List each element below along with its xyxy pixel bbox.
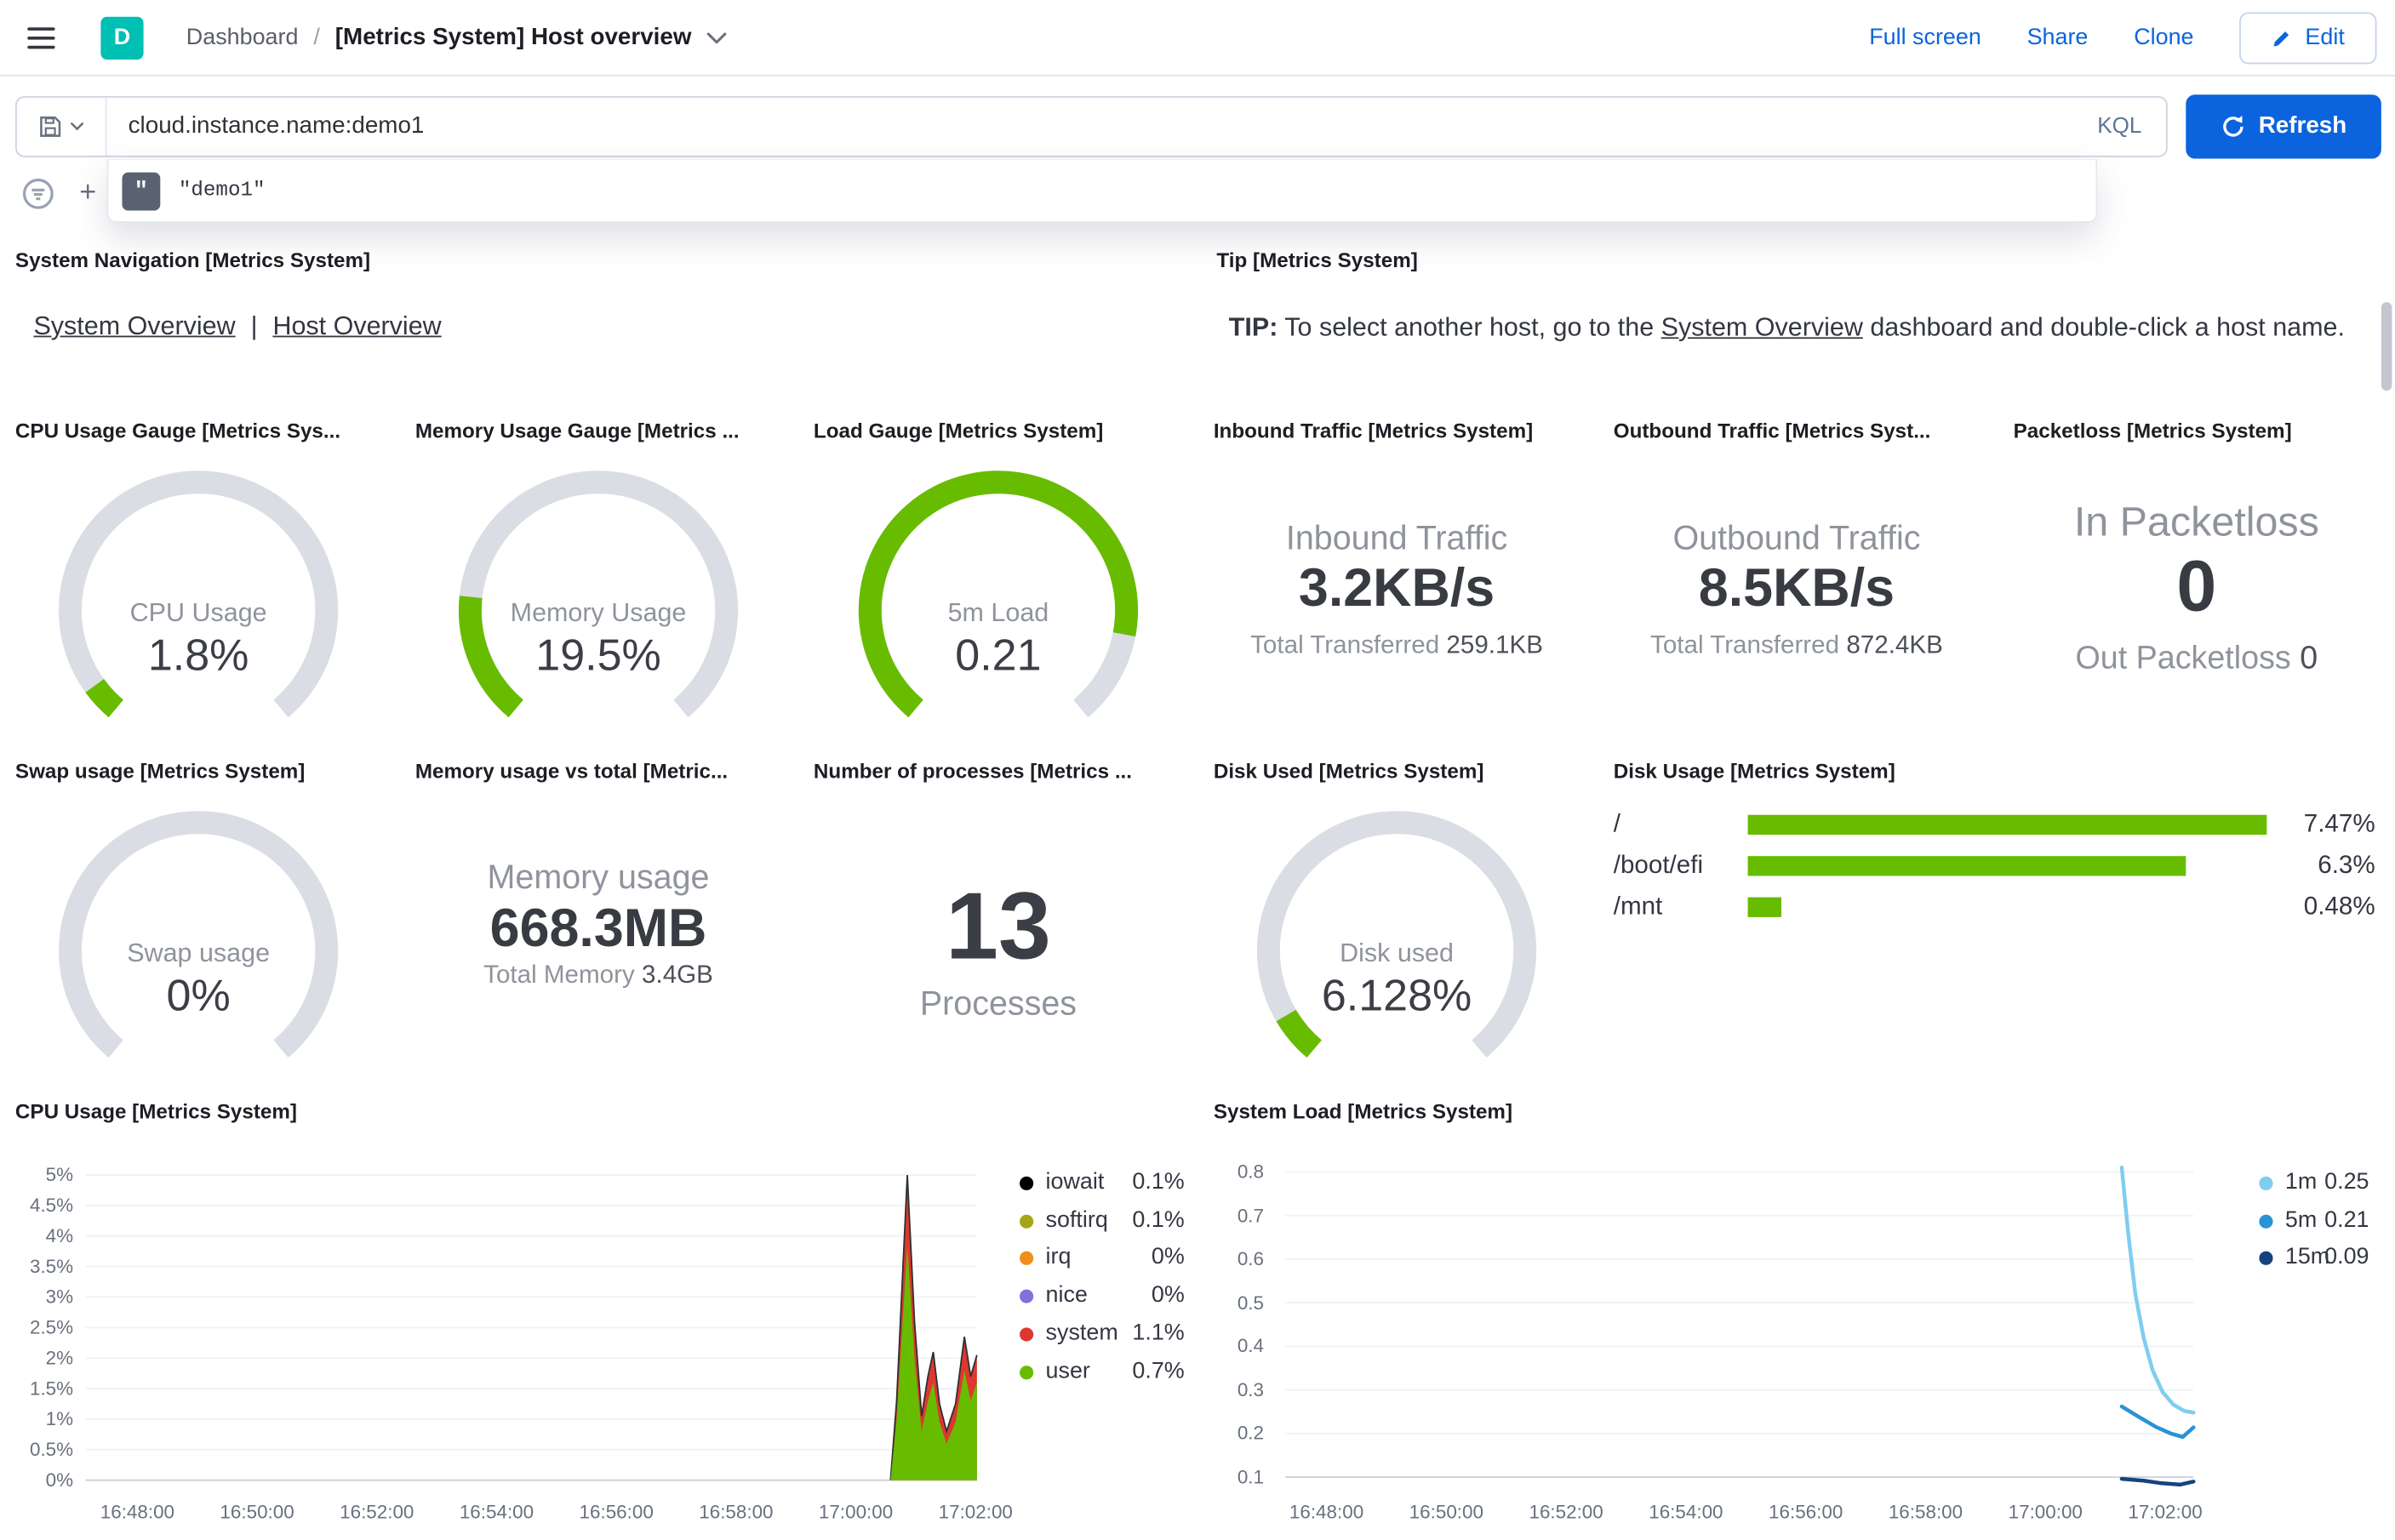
y-axis-label: 0.1: [1237, 1466, 1265, 1488]
legend-item-irq[interactable]: irq 0%: [1020, 1244, 1185, 1275]
y-axis-label: 2.5%: [29, 1316, 74, 1338]
legend-item-iowait[interactable]: iowait 0.1%: [1020, 1169, 1185, 1200]
x-axis-label: 16:48:00: [100, 1501, 175, 1523]
kibana-dashboard-page: D Dashboard / [Metrics System] Host over…: [0, 0, 2395, 1540]
x-axis-label: 16:48:00: [1289, 1501, 1364, 1523]
y-axis-label: 1.5%: [29, 1377, 74, 1400]
legend-series-value: 0.1%: [1132, 1206, 1185, 1233]
y-axis-label: 3%: [45, 1286, 74, 1309]
legend-item-1m[interactable]: 1m 0.25: [2259, 1169, 2369, 1200]
legend-series-value: 0.21: [2324, 1206, 2369, 1233]
y-axis-label: 0.2: [1237, 1423, 1265, 1445]
legend-series-value: 0%: [1151, 1281, 1185, 1309]
y-axis-label: 0.5: [1237, 1292, 1265, 1314]
legend-series-value: 0.25: [2324, 1168, 2369, 1195]
x-axis-label: 16:50:00: [220, 1501, 294, 1523]
chart-plot-area: [85, 1174, 978, 1481]
query-suggestion-popover: " "demo1": [106, 158, 2098, 223]
y-axis-label: 3.5%: [29, 1256, 74, 1278]
y-axis-label: 0.3: [1237, 1379, 1265, 1401]
x-axis-label: 16:58:00: [699, 1501, 774, 1523]
x-axis-label: 16:50:00: [1409, 1501, 1483, 1523]
x-axis-label: 16:58:00: [1888, 1501, 1963, 1523]
x-axis-label: 16:52:00: [1529, 1501, 1603, 1523]
legend-item-15m[interactable]: 15m 0.09: [2259, 1244, 2369, 1275]
legend-item-5m[interactable]: 5m 0.21: [2259, 1206, 2369, 1237]
legend-series-value: 0.7%: [1132, 1357, 1185, 1383]
y-axis-label: 1%: [45, 1408, 74, 1430]
legend-item-system[interactable]: system 1.1%: [1020, 1320, 1185, 1350]
legend-series-value: 1.1%: [1132, 1320, 1185, 1346]
y-axis-label: 0.8: [1237, 1161, 1265, 1183]
y-axis-label: 4%: [45, 1225, 74, 1247]
y-axis-label: 5%: [45, 1164, 74, 1186]
suggestion-item[interactable]: " "demo1": [108, 160, 2095, 221]
legend-series-value: 0%: [1151, 1244, 1185, 1270]
x-axis-label: 17:00:00: [2008, 1501, 2083, 1523]
x-axis-label: 17:00:00: [818, 1501, 894, 1523]
scrollbar-thumb[interactable]: [2381, 302, 2392, 391]
x-axis-label: 16:56:00: [579, 1501, 654, 1523]
x-axis-label: 17:02:00: [2128, 1501, 2203, 1523]
y-axis-label: 0.4: [1237, 1335, 1265, 1357]
value-suggestion-icon: ": [122, 171, 161, 210]
y-axis-label: 4.5%: [29, 1195, 74, 1217]
charts-layer: 5% 4.5% 4% 3.5% 3% 2.5% 2% 1.5% 1% 0.5% 0% 16:48:00…: [0, 0, 2395, 1540]
x-axis-label: 16:54:00: [459, 1501, 534, 1523]
x-axis-label: 16:52:00: [340, 1501, 414, 1523]
suggestion-text: "demo1": [178, 179, 266, 202]
legend-series-value: 0.1%: [1132, 1168, 1185, 1195]
legend-item-softirq[interactable]: softirq 0.1%: [1020, 1206, 1185, 1237]
y-axis-label: 0%: [45, 1469, 74, 1492]
legend-item-nice[interactable]: nice 0%: [1020, 1282, 1185, 1313]
y-axis-label: 0.7: [1237, 1205, 1265, 1227]
dashboard-grid: System Navigation [Metrics System] Syste…: [0, 0, 2395, 1540]
chart-plot-area: [1285, 1165, 2196, 1487]
y-axis-label: 2%: [45, 1347, 74, 1369]
x-axis-label: 17:02:00: [938, 1501, 1013, 1523]
x-axis-label: 16:54:00: [1649, 1501, 1723, 1523]
legend-series-value: 0.09: [2324, 1244, 2369, 1270]
x-axis-label: 16:56:00: [1769, 1501, 1843, 1523]
legend-item-user[interactable]: user 0.7%: [1020, 1357, 1185, 1388]
y-axis-label: 0.5%: [29, 1439, 74, 1461]
y-axis-label: 0.6: [1237, 1248, 1265, 1270]
